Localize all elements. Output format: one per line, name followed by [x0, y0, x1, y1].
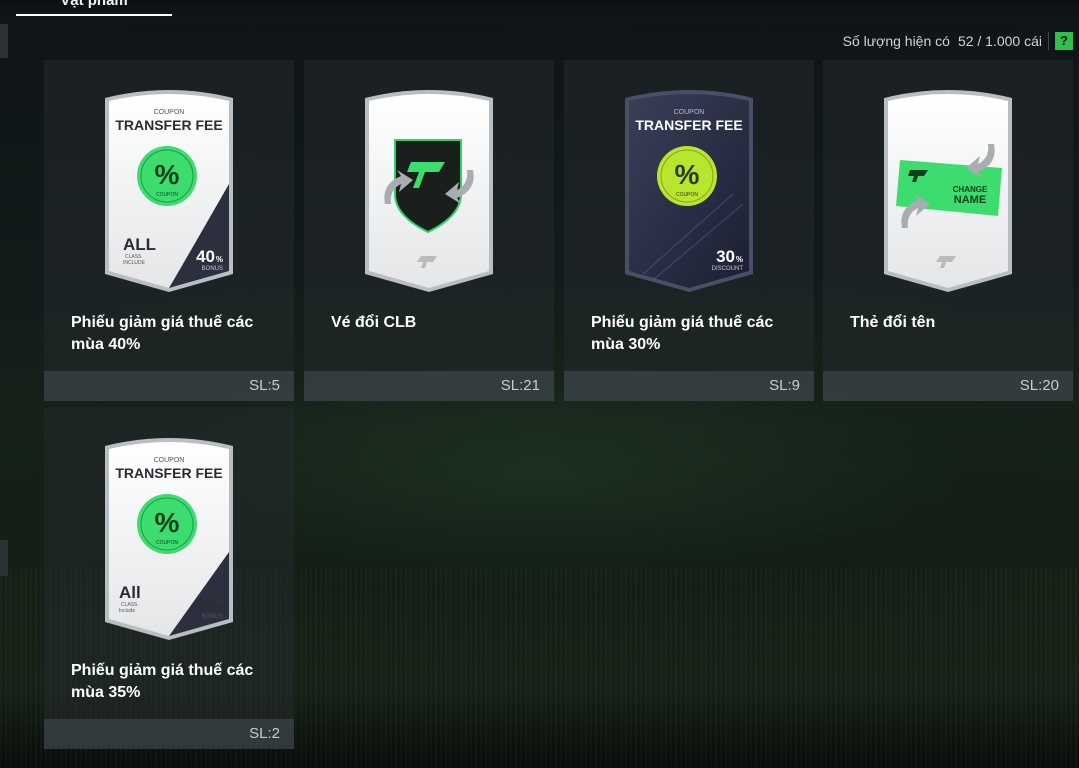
class-main: ALL	[123, 235, 156, 254]
percent-badge-symbol: %	[675, 159, 700, 190]
item-artwork: CHANGE NAME	[823, 60, 1073, 300]
top-tab-bar: Vật phẩm	[0, 0, 1079, 22]
item-quantity: SL:5	[44, 371, 294, 401]
club-transfer-ticket-icon	[363, 84, 495, 294]
percent-value: 30	[716, 247, 735, 266]
item-name: Vé đổi CLB	[331, 314, 417, 331]
percent-unit: %	[216, 603, 223, 612]
item-artwork: % COUPON COUPON TRANSFER FEE ALL CLASS I…	[44, 60, 294, 300]
name-change-card-icon: CHANGE NAME	[882, 84, 1014, 294]
item-name: Thẻ đổi tên	[850, 314, 936, 331]
inventory-count-value: 52 / 1.000 cái	[957, 33, 1042, 49]
item-card[interactable]: Vé đổi CLB SL:21	[304, 60, 554, 401]
left-scroll-strip	[0, 540, 8, 576]
percent-badge-symbol: %	[155, 159, 180, 190]
item-name: Phiếu giảm giá thuế các mùa 40%	[71, 314, 254, 353]
percent-badge-symbol: %	[155, 507, 180, 538]
item-artwork: % COUPON COUPON TRANSFER FEE 30 % DISCOU…	[564, 60, 814, 300]
badge-text: COUPON	[156, 540, 178, 546]
coupon-ticket-icon: % COUPON COUPON TRANSFER FEE ALL CLASS I…	[103, 84, 235, 294]
item-artwork: % COUPON COUPON TRANSFER FEE All CLASS I…	[44, 408, 294, 648]
item-name: Phiếu giảm giá thuế các mùa 35%	[71, 662, 254, 701]
item-card[interactable]: CHANGE NAME Thẻ đổi tên SL:20	[823, 60, 1073, 401]
item-artwork	[304, 60, 554, 300]
inventory-count-label: Số lượng hiện có	[842, 33, 950, 49]
coupon-title: TRANSFER FEE	[635, 117, 742, 133]
coupon-title: TRANSFER FEE	[115, 465, 222, 481]
class-main: All	[119, 583, 141, 602]
coupon-title: TRANSFER FEE	[115, 117, 222, 133]
coupon-ticket-icon: % COUPON COUPON TRANSFER FEE 30 % DISCOU…	[623, 84, 755, 294]
card-line1: CHANGE	[953, 185, 988, 194]
percent-label: DISCOUNT	[712, 266, 744, 272]
item-quantity: SL:20	[823, 371, 1073, 401]
item-card[interactable]: % COUPON COUPON TRANSFER FEE ALL CLASS I…	[44, 60, 294, 401]
divider	[1048, 32, 1049, 50]
inventory-count: Số lượng hiện có 52 / 1.000 cái ?	[843, 31, 1073, 51]
class-line2: INCLUDE	[123, 260, 146, 266]
percent-value: 40	[196, 247, 215, 266]
item-quantity: SL:9	[564, 371, 814, 401]
card-line2: NAME	[954, 194, 986, 206]
badge-text: COUPON	[676, 192, 698, 198]
item-card[interactable]: % COUPON COUPON TRANSFER FEE 30 % DISCOU…	[564, 60, 814, 401]
badge-text: COUPON	[156, 192, 178, 198]
item-quantity: SL:2	[44, 719, 294, 749]
help-button[interactable]: ?	[1055, 32, 1073, 50]
percent-unit: %	[216, 255, 223, 264]
item-quantity: SL:21	[304, 371, 554, 401]
tab-items[interactable]: Vật phẩm	[16, 0, 172, 16]
item-name: Phiếu giảm giá thuế các mùa 30%	[591, 314, 774, 353]
percent-label: BONUS	[202, 266, 223, 272]
percent-label: BONUS	[202, 614, 223, 620]
item-card[interactable]: % COUPON COUPON TRANSFER FEE All CLASS I…	[44, 408, 294, 749]
coupon-ticket-icon: % COUPON COUPON TRANSFER FEE All CLASS I…	[103, 432, 235, 642]
class-line2: Include	[119, 608, 135, 614]
coupon-label: COUPON	[154, 457, 185, 464]
percent-value: 35	[196, 595, 215, 614]
coupon-label: COUPON	[674, 109, 705, 116]
percent-unit: %	[736, 255, 743, 264]
left-scroll-strip	[0, 24, 8, 58]
coupon-label: COUPON	[154, 109, 185, 116]
